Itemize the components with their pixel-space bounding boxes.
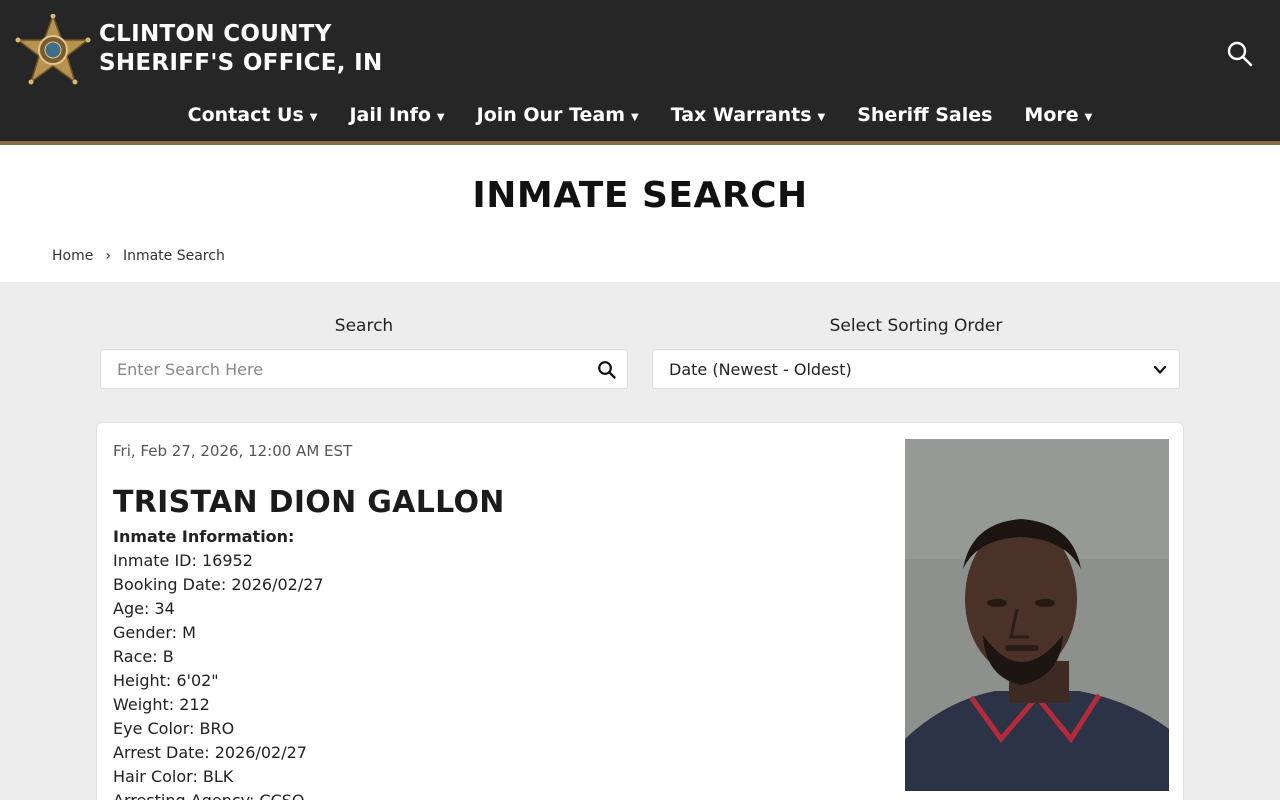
caret-down-icon: ▼ xyxy=(436,112,445,123)
nav-item-contact-us[interactable]: Contact Us ▼ xyxy=(172,104,334,138)
search-icon[interactable] xyxy=(1226,40,1254,68)
site-name-line1: CLINTON COUNTY xyxy=(99,21,332,47)
inmate-info-row: Eye Color: BRO xyxy=(113,719,235,738)
nav-item-jail-info[interactable]: Jail Info ▼ xyxy=(333,104,460,138)
site-name-line2: SHERIFF'S OFFICE, IN xyxy=(99,50,383,76)
site-header: CLINTON COUNTY SHERIFF'S OFFICE, IN Cont… xyxy=(0,0,1280,141)
booking-datetime: Fri, Feb 27, 2026, 12:00 AM EST xyxy=(113,442,353,460)
nav-item-label: Contact Us xyxy=(187,104,304,126)
inmate-info-heading: Inmate Information: xyxy=(113,527,295,546)
nav-item-tax-warrants[interactable]: Tax Warrants ▼ xyxy=(655,104,842,138)
search-icon[interactable] xyxy=(597,360,617,380)
main-nav: Contact Us ▼ Jail Info ▼ Join Our Team ▼ Ta… xyxy=(0,104,1280,138)
breadcrumb-home-link[interactable]: Home xyxy=(52,248,93,264)
page-title: INMATE SEARCH xyxy=(472,175,808,216)
nav-item-sheriff-sales[interactable]: Sheriff Sales xyxy=(841,104,1008,138)
nav-item-label: More xyxy=(1024,104,1079,126)
sheriff-star-badge-icon[interactable] xyxy=(14,14,92,86)
inmate-info-row: Age: 34 xyxy=(113,599,175,618)
inmate-name[interactable]: TRISTAN DION GALLON xyxy=(113,485,505,520)
nav-item-label: Tax Warrants xyxy=(670,104,812,126)
inmate-info-row: Booking Date: 2026/02/27 xyxy=(113,575,324,594)
breadcrumb-separator: › xyxy=(105,248,111,264)
inmate-info-row: Inmate ID: 16952 xyxy=(113,551,253,570)
sort-label: Select Sorting Order xyxy=(829,316,1003,336)
sort-select[interactable]: Date (Newest - Oldest) xyxy=(652,349,1180,389)
title-section: INMATE SEARCH Home › Inmate Search xyxy=(0,145,1280,282)
site-name[interactable]: CLINTON COUNTY SHERIFF'S OFFICE, IN xyxy=(99,20,383,78)
chevron-down-icon xyxy=(1153,365,1167,374)
breadcrumb-current: Inmate Search xyxy=(122,248,225,264)
inmate-mugshot-photo[interactable] xyxy=(905,439,1169,791)
caret-down-icon: ▼ xyxy=(817,112,826,123)
caret-down-icon: ▼ xyxy=(631,112,639,123)
inmate-info-row: Race: B xyxy=(113,647,174,666)
inmate-info-row: Hair Color: BLK xyxy=(113,767,234,786)
inmate-info: Inmate Information: Inmate ID: 16952 Boo… xyxy=(113,525,324,800)
caret-down-icon: ▼ xyxy=(309,112,318,123)
inmate-info-row: Gender: M xyxy=(113,623,196,642)
nav-item-label: Jail Info xyxy=(349,104,431,126)
sort-selected-value: Date (Newest - Oldest) xyxy=(669,360,852,379)
nav-item-more[interactable]: More ▼ xyxy=(1008,104,1108,138)
inmate-info-row: Arresting Agency: CCSO xyxy=(113,789,324,800)
nav-item-join-our-team[interactable]: Join Our Team ▼ xyxy=(461,104,655,138)
search-field xyxy=(100,349,628,389)
breadcrumb: Home › Inmate Search xyxy=(52,248,225,264)
caret-down-icon: ▼ xyxy=(1084,112,1093,123)
search-label: Search xyxy=(334,316,394,336)
nav-item-label: Sheriff Sales xyxy=(857,104,993,126)
inmate-info-row: Height: 6'02" xyxy=(113,671,219,690)
inmate-info-row: Arrest Date: 2026/02/27 xyxy=(113,743,307,762)
search-input[interactable] xyxy=(101,350,561,388)
nav-item-label: Join Our Team xyxy=(476,104,626,126)
inmate-card[interactable]: Fri, Feb 27, 2026, 12:00 AM EST TRISTAN … xyxy=(96,422,1184,800)
inmate-info-row: Weight: 212 xyxy=(113,695,210,714)
